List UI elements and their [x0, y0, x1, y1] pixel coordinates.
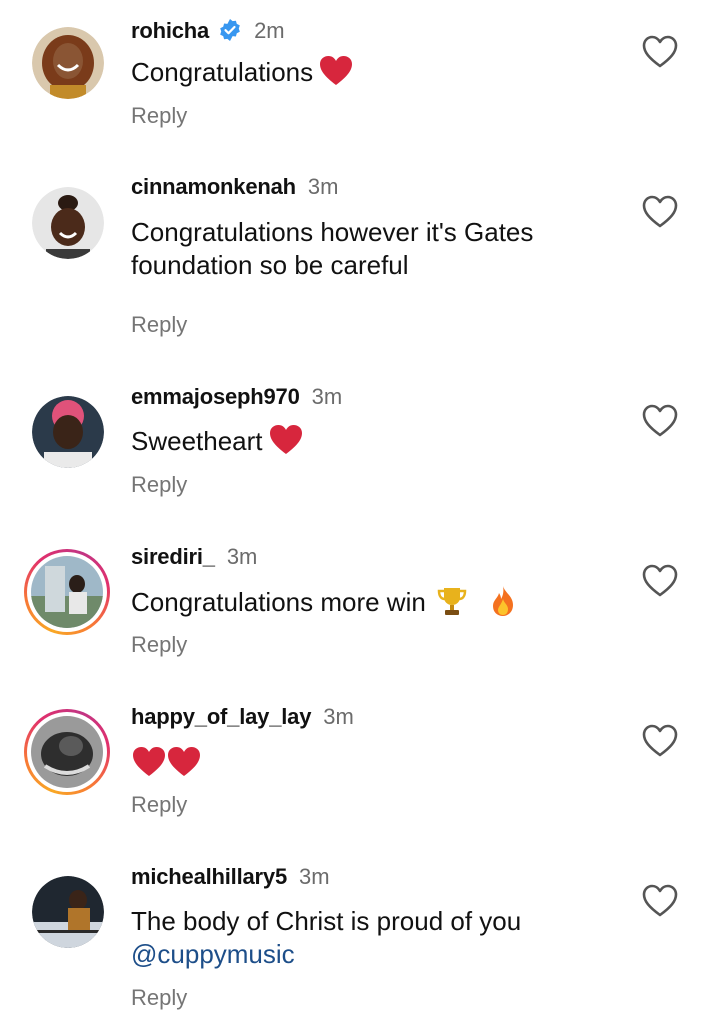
like-heart-icon[interactable]: [642, 404, 678, 438]
comment-item: sirediri_ 3m Congratulations more win Re…: [0, 530, 720, 690]
red-heart-emoji-icon: [168, 747, 200, 776]
comment-text: Congratulations however it's Gates found…: [131, 217, 534, 280]
avatar-image: [31, 716, 103, 788]
comment-body: Congratulations: [131, 57, 314, 87]
like-heart-icon[interactable]: [642, 884, 678, 918]
mention-link[interactable]: @cuppymusic: [131, 939, 295, 969]
comment-text: [131, 747, 581, 780]
avatar[interactable]: [32, 876, 104, 948]
avatar-image: [31, 556, 103, 628]
comment-item: rohicha 2m Congratulations Reply: [0, 0, 720, 160]
timestamp: 3m: [307, 174, 339, 199]
comment-text: The body of Christ is proud of you @cupp…: [131, 905, 581, 971]
timestamp: 3m: [311, 384, 343, 409]
comment-body: Sweetheart: [131, 426, 263, 456]
comment-text: Sweetheart: [131, 425, 581, 458]
avatar-story-ring[interactable]: [24, 549, 110, 635]
comment-item: happy_of_lay_lay 3m Reply: [0, 690, 720, 850]
timestamp: 3m: [226, 544, 258, 569]
reply-button[interactable]: Reply: [131, 103, 187, 129]
red-heart-emoji-icon: [133, 747, 165, 776]
avatar-image: [32, 876, 104, 948]
comment-text: Congratulations: [131, 56, 581, 89]
username[interactable]: happy_of_lay_lay: [131, 704, 311, 730]
timestamp: 2m: [254, 18, 285, 43]
avatar-image: [32, 187, 104, 259]
comment-item: michealhillary5 3m The body of Christ is…: [0, 850, 720, 1027]
reply-button[interactable]: Reply: [131, 985, 187, 1011]
comment-item: emmajoseph970 3m Sweetheart Reply: [0, 370, 720, 530]
avatar-story-ring[interactable]: [24, 709, 110, 795]
reply-button[interactable]: Reply: [131, 792, 187, 818]
reply-button[interactable]: Reply: [131, 472, 187, 498]
username[interactable]: michealhillary5: [131, 864, 287, 890]
comment-item: cinnamonkenah 3m Congratulations however…: [0, 160, 720, 370]
comment-text: Congratulations more win: [131, 585, 581, 619]
reply-button[interactable]: Reply: [131, 312, 187, 338]
trophy-emoji-icon: [437, 588, 467, 615]
timestamp: 3m: [323, 704, 354, 729]
fire-emoji-icon: [493, 586, 514, 616]
username[interactable]: cinnamonkenah: [131, 174, 296, 200]
like-heart-icon[interactable]: [642, 35, 678, 69]
verified-badge-icon: [220, 19, 240, 41]
username[interactable]: rohicha: [131, 18, 209, 44]
avatar[interactable]: [32, 27, 104, 99]
like-heart-icon[interactable]: [642, 564, 678, 598]
like-heart-icon[interactable]: [642, 195, 678, 229]
reply-button[interactable]: Reply: [131, 632, 187, 658]
timestamp: 3m: [298, 864, 330, 889]
avatar[interactable]: [32, 187, 104, 259]
username[interactable]: emmajoseph970: [131, 384, 300, 410]
red-heart-emoji-icon: [269, 425, 302, 454]
comment-body: Congratulations more win: [131, 587, 426, 617]
avatar[interactable]: [32, 396, 104, 468]
avatar-image: [32, 396, 104, 468]
avatar-image: [32, 27, 104, 99]
comment-body: The body of Christ is proud of you: [131, 906, 522, 936]
like-heart-icon[interactable]: [642, 724, 678, 758]
username[interactable]: sirediri_: [131, 544, 215, 570]
red-heart-emoji-icon: [320, 56, 353, 85]
